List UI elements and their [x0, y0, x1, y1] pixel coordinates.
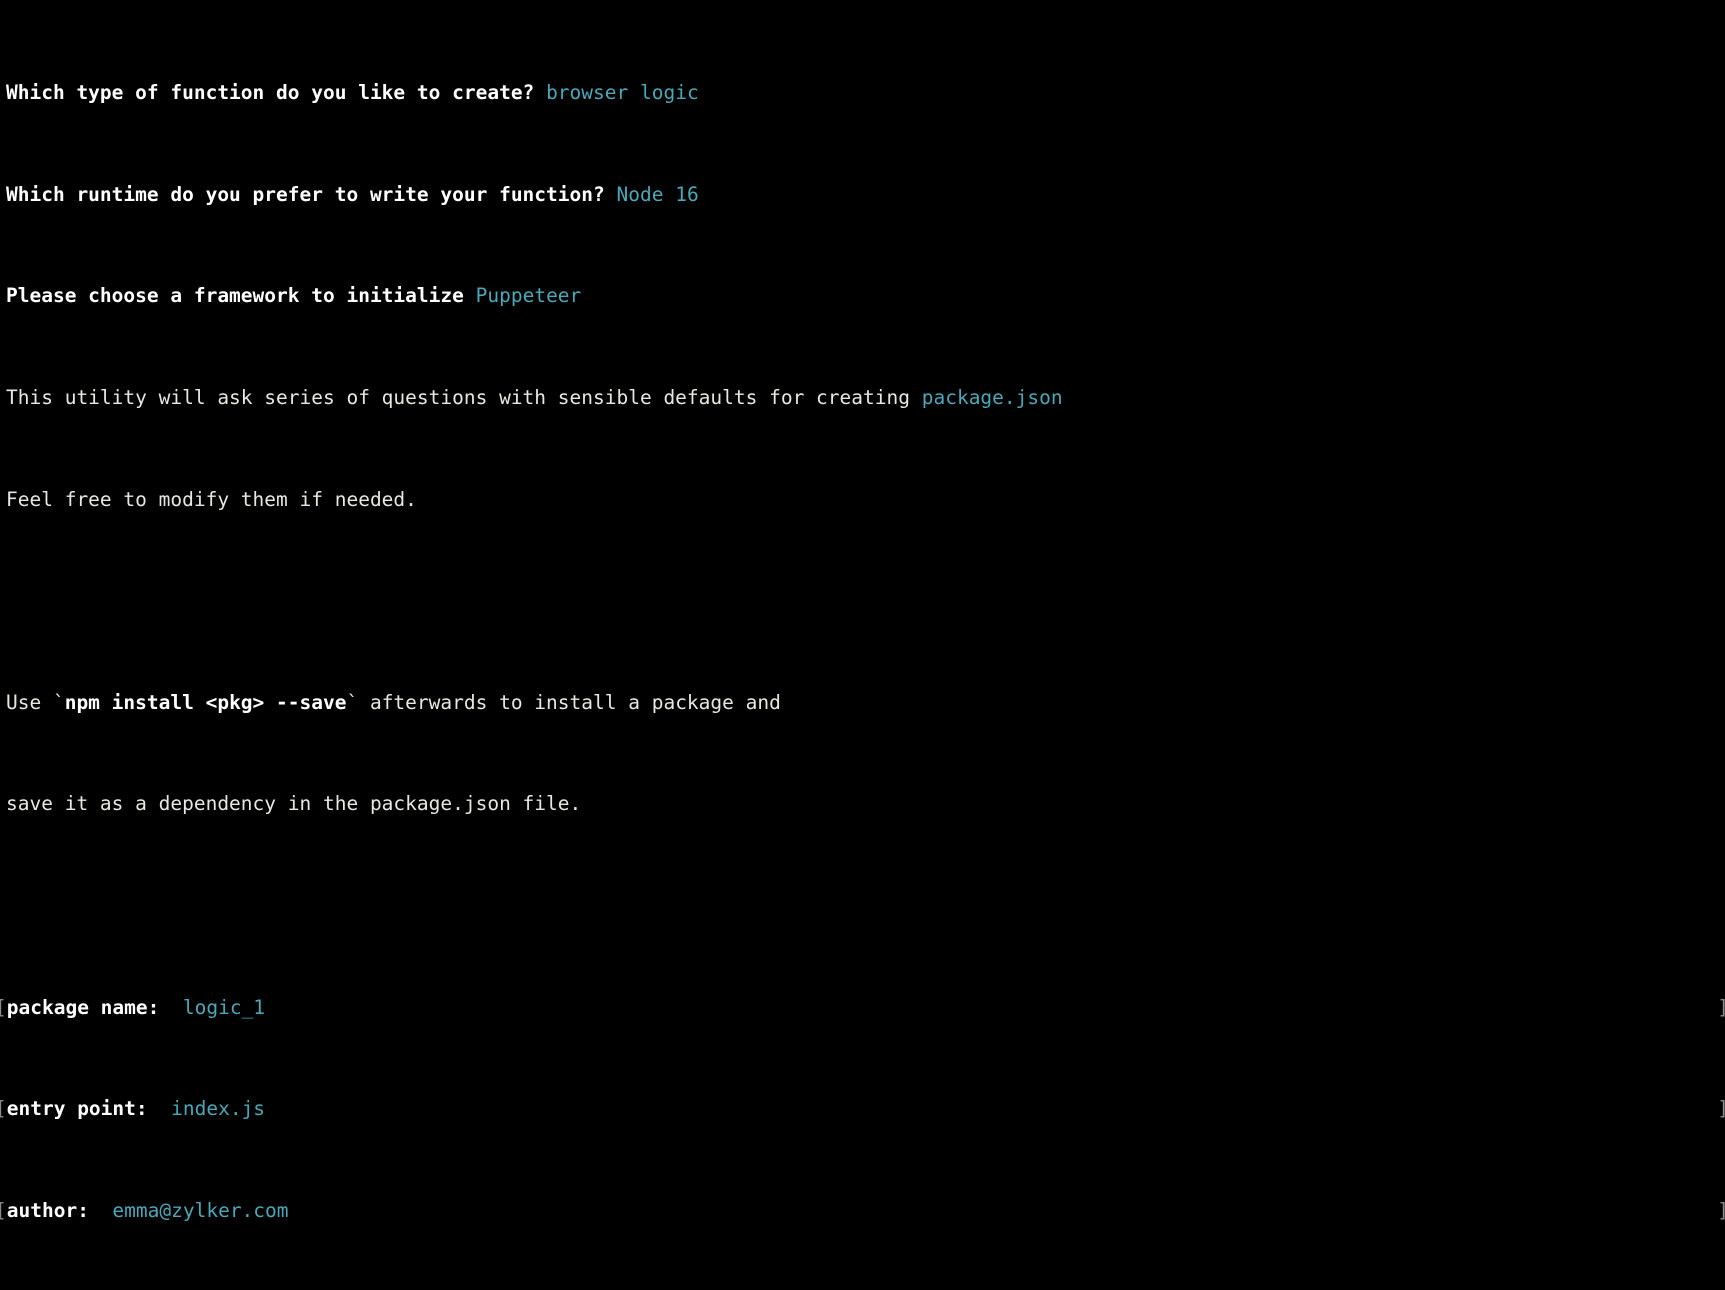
terminal-line-utility-intro: This utility will ask series of question…	[0, 385, 1725, 410]
bracket-left-icon: [	[0, 995, 7, 1020]
prompt-row-entry-point[interactable]: [entry point: index.js]	[0, 1096, 1725, 1121]
prompt-value-package-name[interactable]: logic_1	[183, 996, 265, 1019]
bracket-left-icon: [	[0, 1096, 7, 1121]
utility-intro-text: This utility will ask series of question…	[6, 386, 922, 410]
answer-runtime: Node 16	[616, 182, 699, 206]
terminal-line-framework: Please choose a framework to initialize …	[0, 283, 1725, 308]
prompt-row-author[interactable]: [author: emma@zylker.com]	[0, 1198, 1725, 1223]
utility-intro-text-2: Feel free to modify them if needed.	[6, 487, 417, 511]
prompt-label-entry-point: entry point:	[6, 1097, 148, 1121]
bracket-right-icon: ]	[1717, 1096, 1725, 1121]
answer-function-type: browser logic	[546, 81, 699, 105]
npm-save-hint-line2: save it as a dependency in the package.j…	[6, 792, 582, 816]
bracket-left-icon: [	[0, 1198, 7, 1223]
npm-save-hint-post: ` afterwards to install a package and	[346, 690, 781, 714]
terminal-window: Which type of function do you like to cr…	[0, 0, 1725, 1222]
prompt-value-author[interactable]: emma@zylker.com	[112, 1199, 288, 1222]
bracket-right-icon: ]	[1717, 995, 1725, 1020]
terminal-line-function-type: Which type of function do you like to cr…	[0, 80, 1725, 105]
prompt-label-author: author:	[6, 1198, 89, 1222]
question-function-type-label: Which type of function do you like to cr…	[6, 81, 535, 105]
terminal-line-utility-intro-2: Feel free to modify them if needed.	[0, 487, 1725, 512]
npm-save-command: npm install <pkg> --save	[64, 690, 347, 714]
terminal-line-runtime: Which runtime do you prefer to write you…	[0, 182, 1725, 207]
bracket-right-icon: ]	[1717, 1198, 1725, 1223]
question-runtime-label: Which runtime do you prefer to write you…	[6, 182, 605, 206]
prompt-label-package-name: package name:	[6, 995, 160, 1019]
terminal-line-npm-save-hint-2: save it as a dependency in the package.j…	[0, 791, 1725, 816]
npm-save-hint-pre: Use `	[6, 690, 65, 714]
answer-framework: Puppeteer	[475, 284, 582, 308]
question-framework-label: Please choose a framework to initialize	[6, 284, 464, 308]
terminal-line-npm-save-hint: Use `npm install <pkg> --save` afterward…	[0, 690, 1725, 715]
prompt-value-entry-point[interactable]: index.js	[171, 1097, 265, 1120]
package-json-reference: package.json	[921, 386, 1063, 410]
prompt-row-package-name[interactable]: [package name: logic_1]	[0, 995, 1725, 1020]
